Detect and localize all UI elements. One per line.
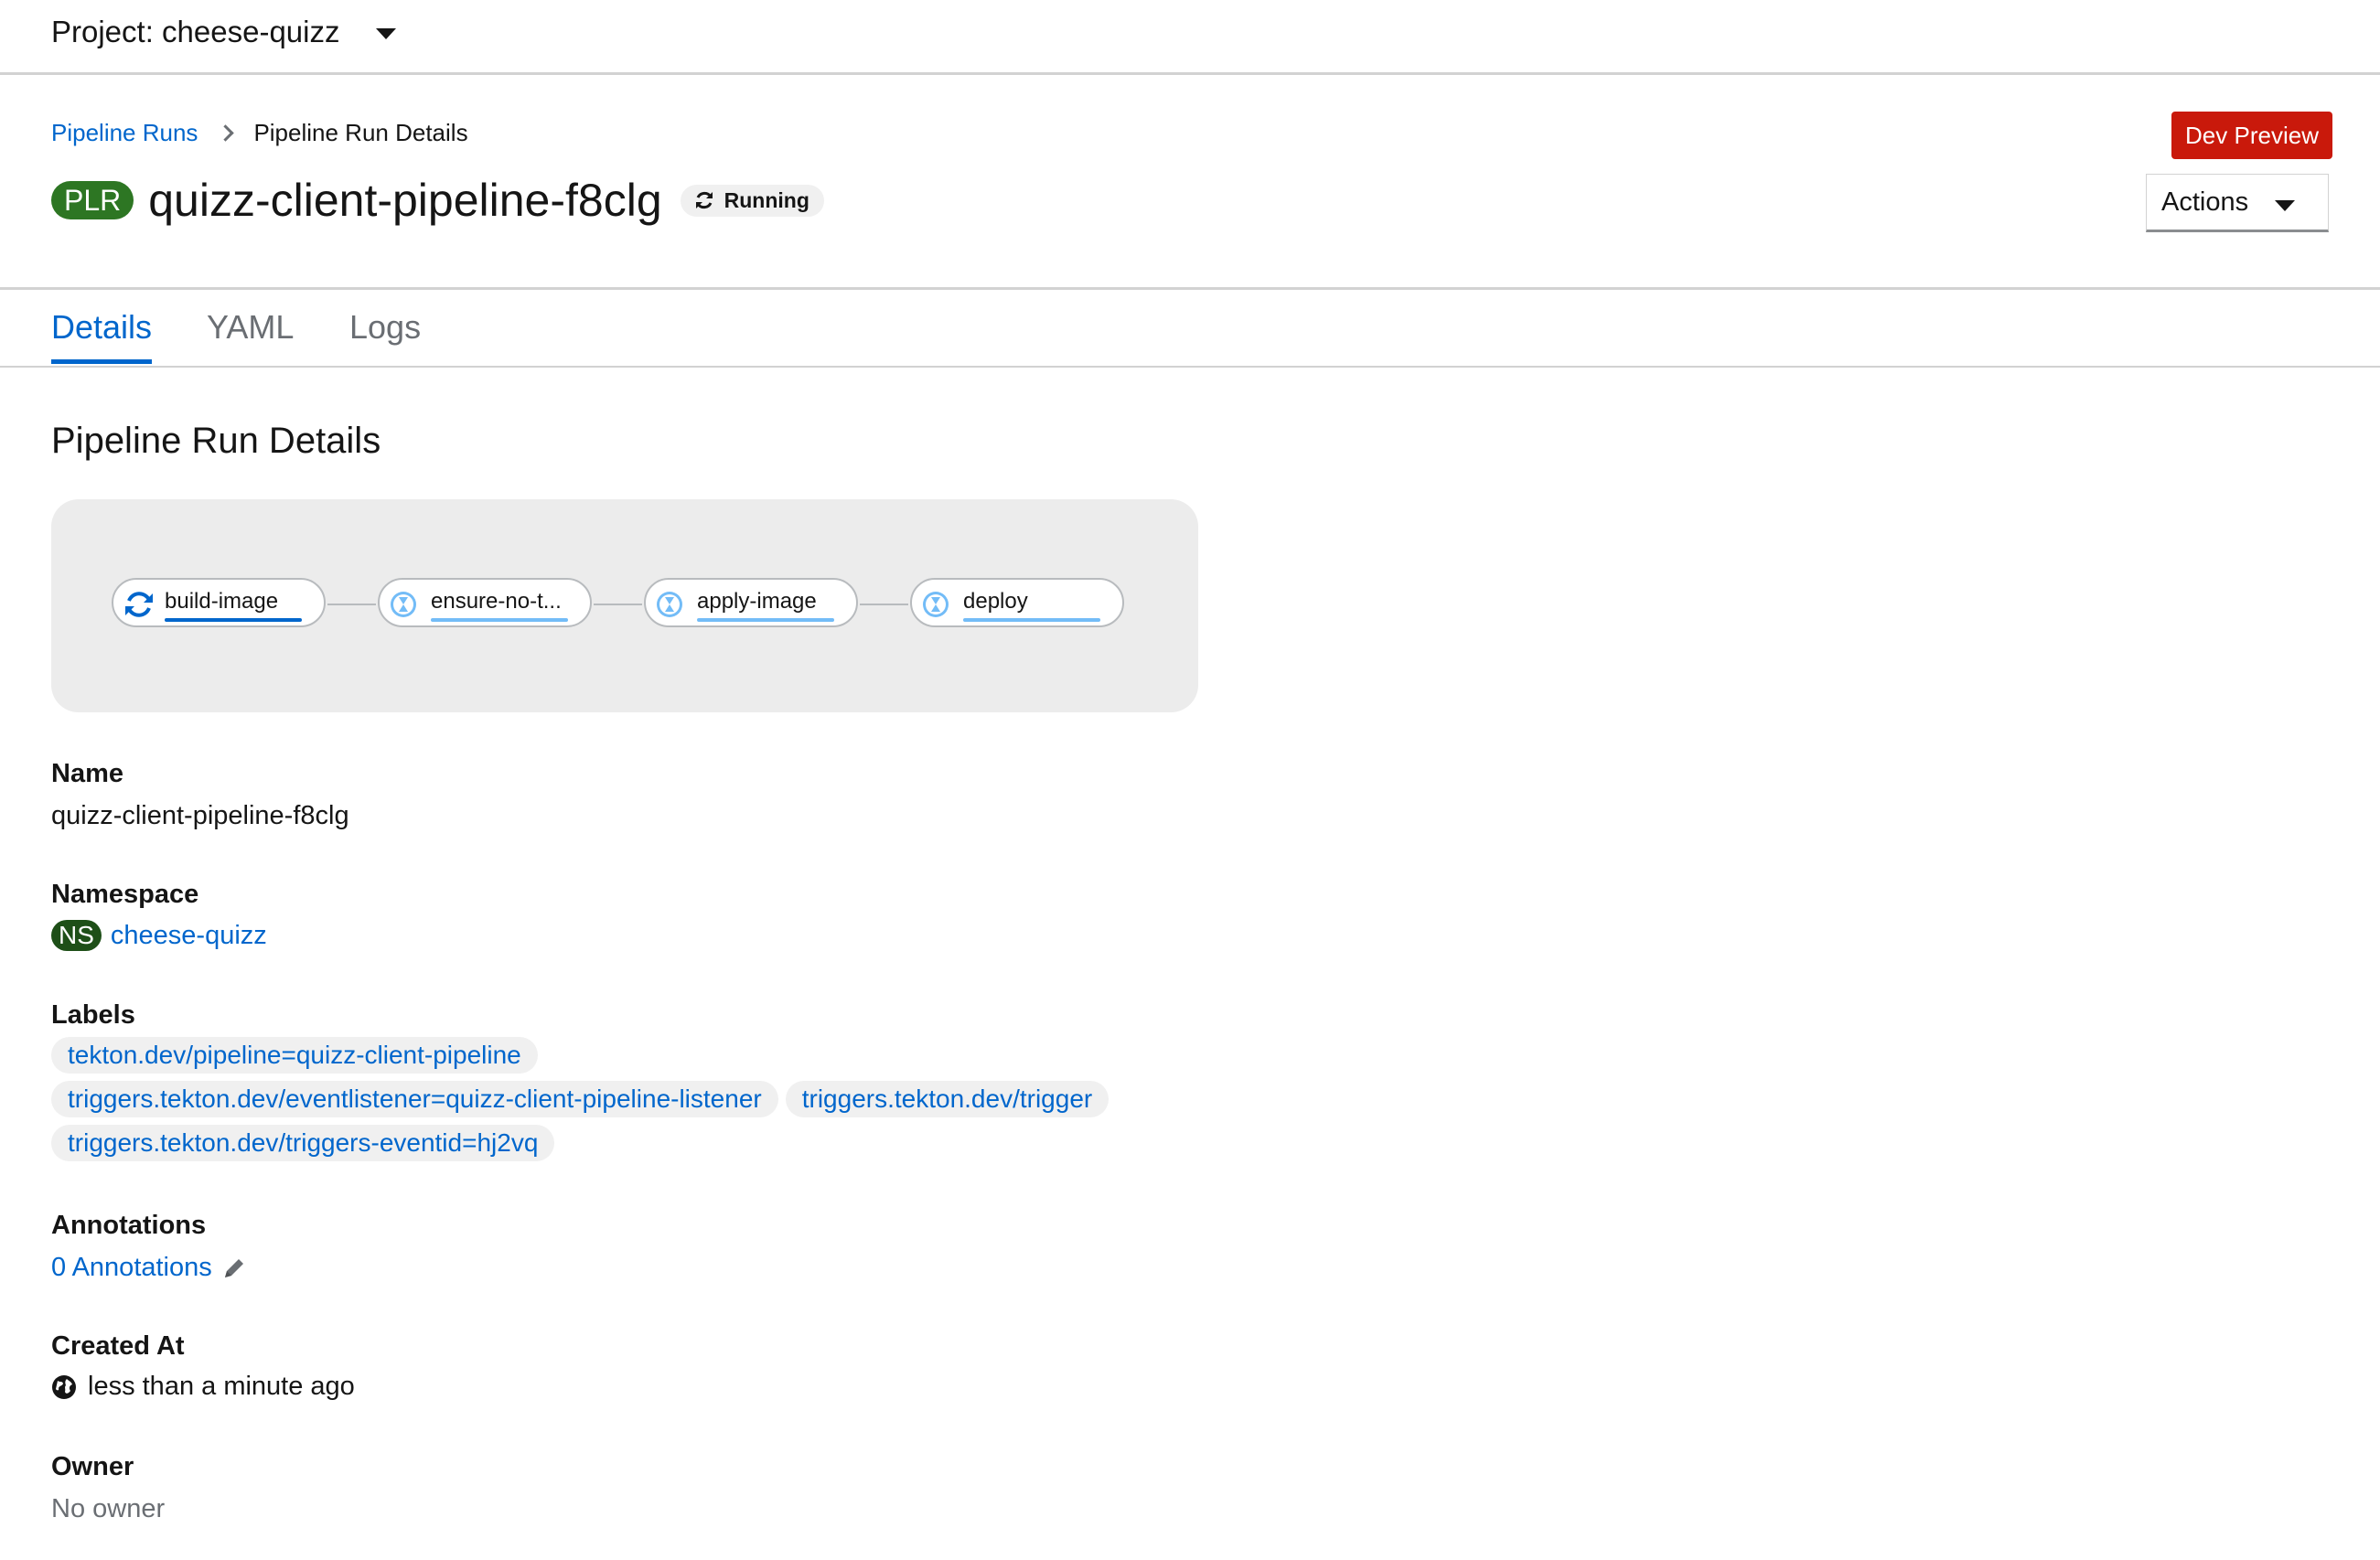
task-progress-bar bbox=[963, 618, 1100, 622]
globe-icon bbox=[52, 1374, 76, 1399]
tab-details[interactable]: Details bbox=[51, 308, 152, 347]
project-label: Project: cheese-quizz bbox=[51, 15, 340, 48]
sync-icon bbox=[695, 191, 713, 209]
page-title: quizz-client-pipeline-f8clg bbox=[148, 175, 662, 226]
task-label: apply-image bbox=[697, 589, 817, 614]
page-heading: PLR quizz-client-pipeline-f8clg Running bbox=[51, 174, 824, 227]
task-connector bbox=[860, 604, 908, 605]
label-chip[interactable]: triggers.tekton.dev/triggers-eventid=hj2… bbox=[51, 1125, 555, 1161]
created-at-text: less than a minute ago bbox=[88, 1372, 355, 1401]
name-label: Name bbox=[51, 759, 123, 788]
pencil-icon[interactable] bbox=[221, 1255, 247, 1281]
section-title: Pipeline Run Details bbox=[51, 421, 381, 461]
task-progress-bar bbox=[431, 618, 568, 622]
namespace-link[interactable]: cheese-quizz bbox=[111, 921, 267, 951]
hourglass-icon bbox=[657, 592, 682, 617]
labels-label: Labels bbox=[51, 1000, 135, 1030]
actions-dropdown[interactable]: Actions bbox=[2146, 174, 2329, 232]
hourglass-icon bbox=[391, 592, 416, 617]
name-value: quizz-client-pipeline-f8clg bbox=[51, 801, 349, 830]
actions-label: Actions bbox=[2161, 187, 2249, 217]
namespace-value: NS cheese-quizz bbox=[51, 920, 267, 951]
annotations-value: 0 Annotations bbox=[51, 1253, 247, 1283]
annotations-link[interactable]: 0 Annotations bbox=[51, 1253, 212, 1283]
hourglass-icon bbox=[923, 592, 949, 617]
task-progress-bar bbox=[697, 618, 834, 622]
created-at-label: Created At bbox=[51, 1331, 185, 1361]
task-connector bbox=[327, 604, 376, 605]
owner-value: No owner bbox=[51, 1494, 166, 1523]
project-selector[interactable]: Project: cheese-quizz bbox=[51, 15, 397, 49]
label-chip[interactable]: triggers.tekton.dev/trigger bbox=[785, 1081, 1110, 1117]
resource-badge: PLR bbox=[51, 181, 134, 219]
status-badge: Running bbox=[680, 184, 824, 217]
annotations-label: Annotations bbox=[51, 1211, 207, 1240]
labels-list: tekton.dev/pipeline=quizz-client-pipelin… bbox=[51, 1037, 1240, 1169]
task-label: ensure-no-t... bbox=[431, 589, 562, 614]
pipeline-visualization: build-image ensure-no-t... apply-image d… bbox=[51, 499, 1198, 712]
task-connector bbox=[594, 604, 642, 605]
label-chip[interactable]: tekton.dev/pipeline=quizz-client-pipelin… bbox=[51, 1037, 538, 1074]
breadcrumb: Pipeline Runs Pipeline Run Details bbox=[51, 119, 468, 147]
chevron-right-icon bbox=[217, 124, 235, 142]
caret-down-icon bbox=[376, 28, 397, 39]
task-node-build-image[interactable]: build-image bbox=[112, 578, 326, 627]
project-bar: Project: cheese-quizz bbox=[0, 0, 2380, 75]
owner-label: Owner bbox=[51, 1452, 134, 1481]
created-at-value: less than a minute ago bbox=[51, 1372, 355, 1402]
label-chip[interactable]: triggers.tekton.dev/eventlistener=quizz-… bbox=[51, 1081, 778, 1117]
caret-down-icon bbox=[2275, 200, 2295, 211]
task-label: build-image bbox=[165, 589, 279, 614]
task-progress-bar bbox=[165, 618, 302, 622]
tab-logs[interactable]: Logs bbox=[349, 308, 421, 347]
breadcrumb-current: Pipeline Run Details bbox=[253, 119, 468, 146]
task-node-apply-image[interactable]: apply-image bbox=[644, 578, 858, 627]
task-node-deploy[interactable]: deploy bbox=[910, 578, 1124, 627]
namespace-label: Namespace bbox=[51, 880, 199, 909]
dev-preview-badge: Dev Preview bbox=[2171, 112, 2332, 159]
active-tab-indicator bbox=[51, 359, 152, 364]
sync-icon bbox=[125, 592, 153, 617]
status-text: Running bbox=[724, 187, 809, 212]
task-label: deploy bbox=[963, 589, 1028, 614]
tab-bar: Details YAML Logs bbox=[0, 290, 2380, 368]
tab-yaml[interactable]: YAML bbox=[207, 308, 294, 347]
task-node-ensure-no-t[interactable]: ensure-no-t... bbox=[378, 578, 592, 627]
namespace-badge: NS bbox=[51, 920, 102, 951]
breadcrumb-pipeline-runs-link[interactable]: Pipeline Runs bbox=[51, 119, 198, 147]
